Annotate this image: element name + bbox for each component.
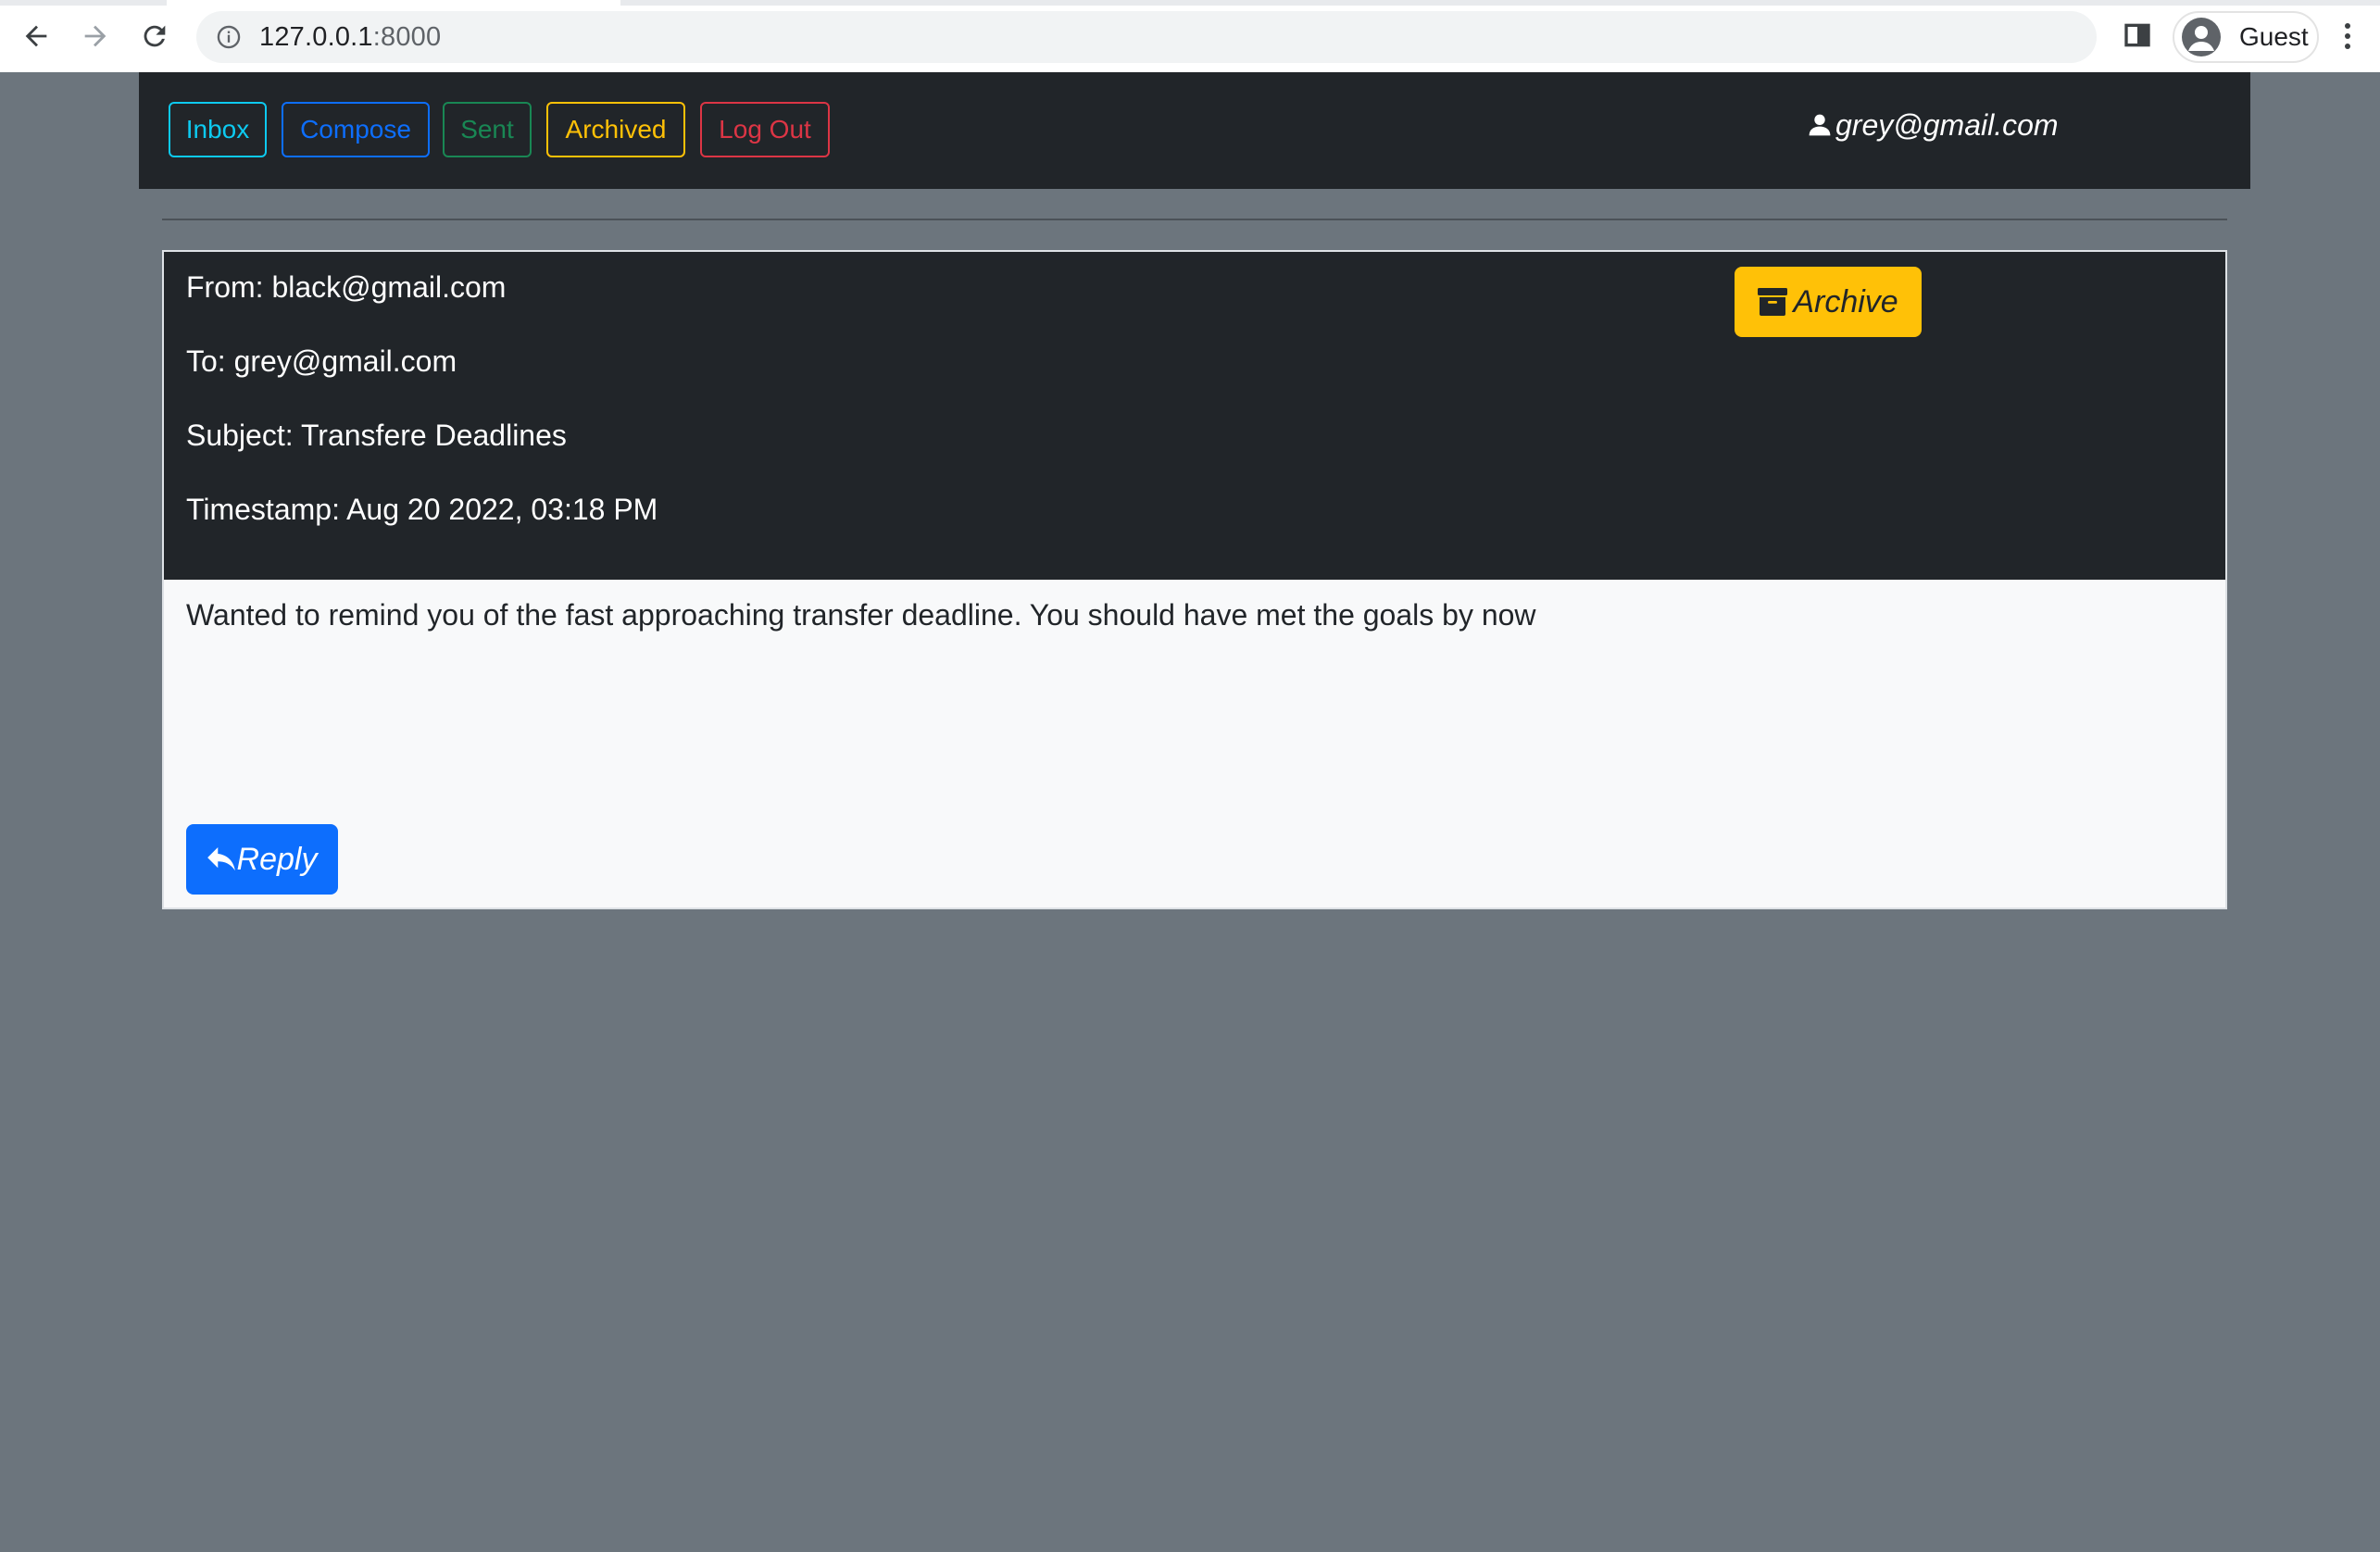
- email-subject: Subject: Transfere Deadlines: [186, 419, 567, 452]
- compose-button[interactable]: Compose: [282, 102, 430, 157]
- archive-label: Archive: [1793, 283, 1898, 319]
- tab-strip: [0, 0, 2380, 6]
- app-navbar: Inbox Compose Sent Archived Log Out grey…: [139, 72, 2250, 189]
- archive-button[interactable]: Archive: [1735, 267, 1922, 337]
- reload-icon[interactable]: [133, 15, 176, 57]
- active-tab[interactable]: [167, 0, 620, 6]
- profile-button[interactable]: Guest: [2173, 11, 2319, 63]
- forward-icon[interactable]: [74, 15, 117, 57]
- sent-button[interactable]: Sent: [443, 102, 532, 157]
- inbox-button[interactable]: Inbox: [169, 102, 267, 157]
- url-host: 127.0.0.1: [259, 21, 373, 52]
- archived-button[interactable]: Archived: [546, 102, 685, 157]
- more-menu-icon[interactable]: [2343, 20, 2361, 52]
- info-icon[interactable]: [215, 23, 243, 51]
- email-header: From: black@gmail.com To: grey@gmail.com…: [164, 252, 2225, 580]
- logout-button[interactable]: Log Out: [700, 102, 830, 157]
- email-to: To: grey@gmail.com: [186, 344, 457, 378]
- avatar-icon: [2182, 18, 2221, 56]
- email-detail: From: black@gmail.com To: grey@gmail.com…: [162, 250, 2227, 909]
- reply-icon: [207, 847, 235, 871]
- back-icon[interactable]: [15, 15, 57, 57]
- email-from: From: black@gmail.com: [186, 270, 507, 304]
- email-timestamp: Timestamp: Aug 20 2022, 03:18 PM: [186, 493, 658, 526]
- divider: [162, 219, 2227, 220]
- reply-label: Reply: [236, 841, 318, 877]
- person-icon: [1809, 114, 1831, 136]
- address-bar[interactable]: 127.0.0.1:8000: [196, 11, 2097, 63]
- archive-icon: [1758, 288, 1788, 316]
- current-user: grey@gmail.com: [1808, 106, 2059, 144]
- url-port: :8000: [372, 21, 442, 52]
- url-text: 127.0.0.1:8000: [259, 22, 441, 53]
- browser-toolbar: 127.0.0.1:8000 Guest: [0, 0, 2380, 72]
- reply-button[interactable]: Reply: [186, 824, 338, 895]
- profile-label: Guest: [2239, 22, 2309, 51]
- side-panel-icon[interactable]: [2123, 20, 2152, 50]
- email-body: Wanted to remind you of the fast approac…: [186, 598, 1536, 632]
- user-email-text: grey@gmail.com: [1835, 107, 2059, 142]
